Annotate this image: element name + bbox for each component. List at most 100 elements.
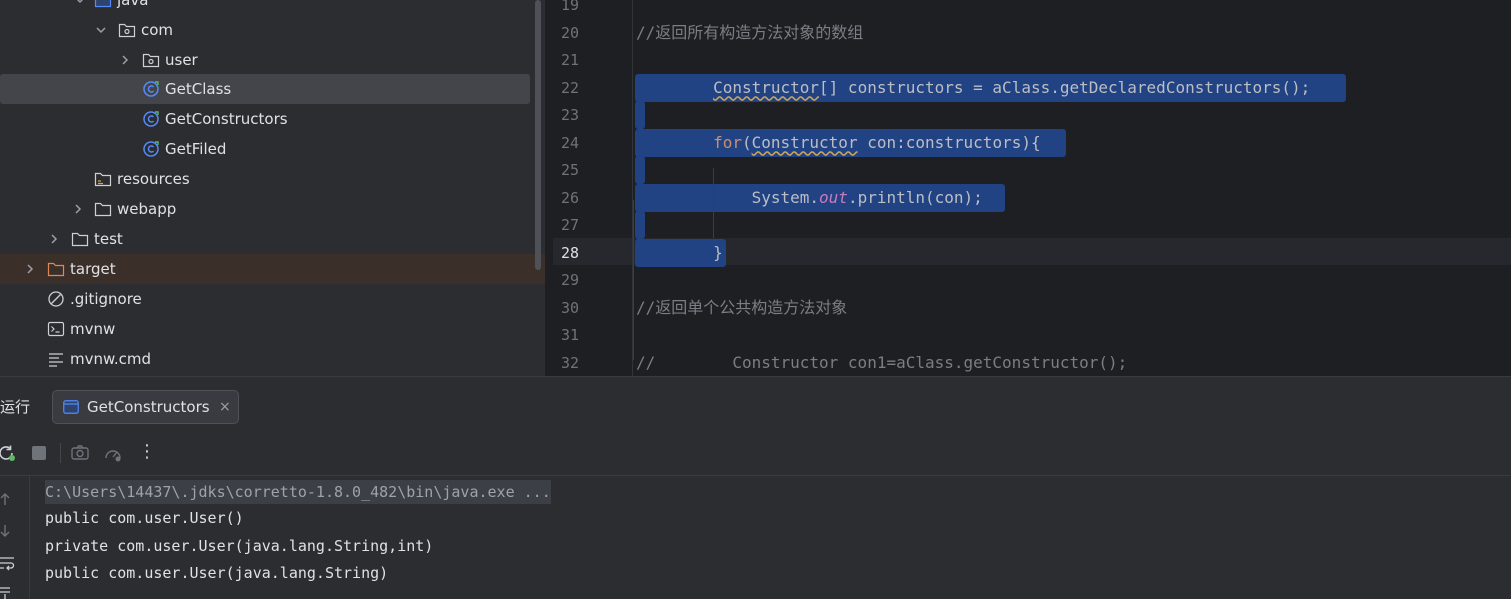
tree-item-webapp[interactable]: webapp — [0, 194, 545, 224]
run-config-icon — [63, 400, 79, 414]
code-line[interactable]: //返回所有构造方法对象的数组 — [636, 23, 863, 43]
tree-item-user[interactable]: user — [0, 45, 545, 75]
tree-scrollbar[interactable] — [535, 0, 541, 270]
java-class-icon — [143, 81, 159, 97]
code-line[interactable]: for(Constructor con:constructors){ — [636, 133, 1041, 153]
code-editor[interactable]: 19 20 21 22 23 24 25 26 27 28 29 30 31 32 //返回所有构造方法对… — [553, 0, 1511, 376]
console-command-line[interactable]: C:\Users\14437\.jdks\corretto-1.8.0_482\… — [45, 480, 551, 504]
line-number: 29 — [560, 271, 579, 289]
tree-item-getclass[interactable]: GetClass — [0, 74, 545, 104]
chevron-right-icon[interactable] — [48, 232, 60, 246]
tree-item-label: GetClass — [165, 80, 232, 98]
code-line[interactable]: //返回单个公共构造方法对象 — [636, 298, 847, 318]
tree-item-label: GetConstructors — [165, 110, 288, 128]
run-toolbar: ⋮ — [0, 432, 1511, 476]
code-token: out — [819, 187, 848, 207]
run-panel-title: 运行 — [0, 398, 31, 416]
tree-item-test[interactable]: test — [0, 224, 545, 254]
tree-item-getfiled[interactable]: GetFiled — [0, 134, 545, 164]
text-file-icon — [49, 353, 63, 367]
tree-item-label: mvnw — [70, 320, 116, 338]
profiler-icon[interactable] — [103, 443, 123, 463]
panel-splitter[interactable] — [545, 0, 553, 376]
line-number: 23 — [560, 106, 579, 124]
java-class-icon — [143, 141, 159, 157]
line-number: 19 — [560, 0, 579, 14]
code-token: } — [636, 242, 723, 262]
line-number: 28 — [560, 243, 579, 262]
console-output[interactable]: C:\Users\14437\.jdks\corretto-1.8.0_482\… — [30, 476, 1511, 599]
tree-item-com[interactable]: com — [0, 15, 545, 45]
code-line[interactable]: System.out.println(con); — [636, 188, 983, 208]
chevron-down-icon[interactable] — [95, 23, 107, 37]
selection-segment — [635, 211, 645, 239]
scroll-to-end-icon[interactable] — [0, 584, 16, 599]
tree-item-java[interactable]: java — [0, 0, 545, 15]
code-token: System. — [636, 187, 820, 207]
chevron-right-icon[interactable] — [72, 202, 84, 216]
folder-resources-icon — [94, 172, 112, 187]
line-number: 21 — [560, 51, 579, 69]
tree-item-label: user — [165, 51, 198, 69]
tab-label: GetConstructors — [87, 398, 210, 416]
selection-segment — [635, 156, 645, 184]
tree-item-mvnw-cmd[interactable]: mvnw.cmd — [0, 344, 545, 374]
code-token: Constructor — [751, 132, 858, 152]
indent-guide — [633, 200, 634, 360]
code-token: Constructor — [713, 77, 820, 97]
tree-item-resources[interactable]: resources — [0, 164, 545, 194]
package-icon — [142, 53, 160, 68]
line-number: 25 — [560, 161, 579, 179]
project-tree: java com user GetClass GetConstructors G… — [0, 0, 545, 376]
console-line: public com.user.User() — [45, 509, 244, 527]
more-vertical-icon[interactable]: ⋮ — [137, 442, 157, 462]
line-number: 31 — [560, 326, 579, 344]
tree-item-getconstructors[interactable]: GetConstructors — [0, 104, 545, 134]
code-token: //返回所有构造方法对象的数组 — [636, 22, 864, 42]
line-number: 20 — [560, 23, 579, 42]
arrow-up-icon[interactable] — [0, 491, 16, 507]
code-line[interactable]: Constructor[] constructors = aClass.getD… — [636, 78, 1310, 98]
camera-icon[interactable] — [70, 443, 90, 463]
console-side-toolbar — [0, 476, 30, 599]
code-token: con:constructors){ — [857, 132, 1041, 152]
close-icon[interactable]: × — [219, 398, 231, 416]
ignore-file-icon — [48, 291, 64, 307]
tree-item-label: .gitignore — [70, 290, 142, 308]
tree-item-label: com — [141, 21, 174, 39]
code-line[interactable]: // Constructor con1=aClass.getConstructo… — [636, 353, 1127, 373]
line-number: 32 — [560, 353, 579, 372]
line-number: 24 — [560, 133, 579, 152]
tree-item-target[interactable]: target — [0, 254, 545, 284]
folder-excluded-icon — [47, 262, 65, 277]
tree-item-label: resources — [117, 170, 190, 188]
chevron-right-icon[interactable] — [119, 53, 131, 67]
run-panel-header: 运行 GetConstructors × — [0, 382, 1511, 432]
line-number: 30 — [560, 298, 579, 317]
tree-item-label: java — [117, 0, 149, 9]
code-token: // Constructor con1=aClass.getConstructo… — [636, 352, 1128, 372]
tab-getconstructors[interactable]: GetConstructors × — [52, 390, 239, 424]
line-number: 27 — [560, 216, 579, 234]
tree-item-label: test — [94, 230, 123, 248]
console-line: private com.user.User(java.lang.String,i… — [45, 537, 434, 555]
tree-item-label: GetFiled — [165, 140, 227, 158]
chevron-right-icon[interactable] — [24, 262, 36, 276]
stop-icon[interactable] — [29, 443, 49, 463]
soft-wrap-icon[interactable] — [0, 555, 16, 571]
folder-source-icon — [94, 0, 112, 8]
code-token: .println(con); — [847, 187, 983, 207]
tree-item-mvnw[interactable]: mvnw — [0, 314, 545, 344]
arrow-down-icon[interactable] — [0, 523, 16, 539]
chevron-down-icon[interactable] — [74, 0, 86, 7]
java-class-icon — [143, 111, 159, 127]
tree-item-label: target — [70, 260, 116, 278]
tree-item-gitignore[interactable]: .gitignore — [0, 284, 545, 314]
code-token: ( — [741, 132, 752, 152]
rerun-icon[interactable] — [0, 443, 17, 463]
code-token: [] constructors = aClass.getDeclaredCons… — [819, 77, 1311, 97]
code-line[interactable]: } — [636, 243, 723, 263]
code-token: for — [713, 132, 742, 152]
